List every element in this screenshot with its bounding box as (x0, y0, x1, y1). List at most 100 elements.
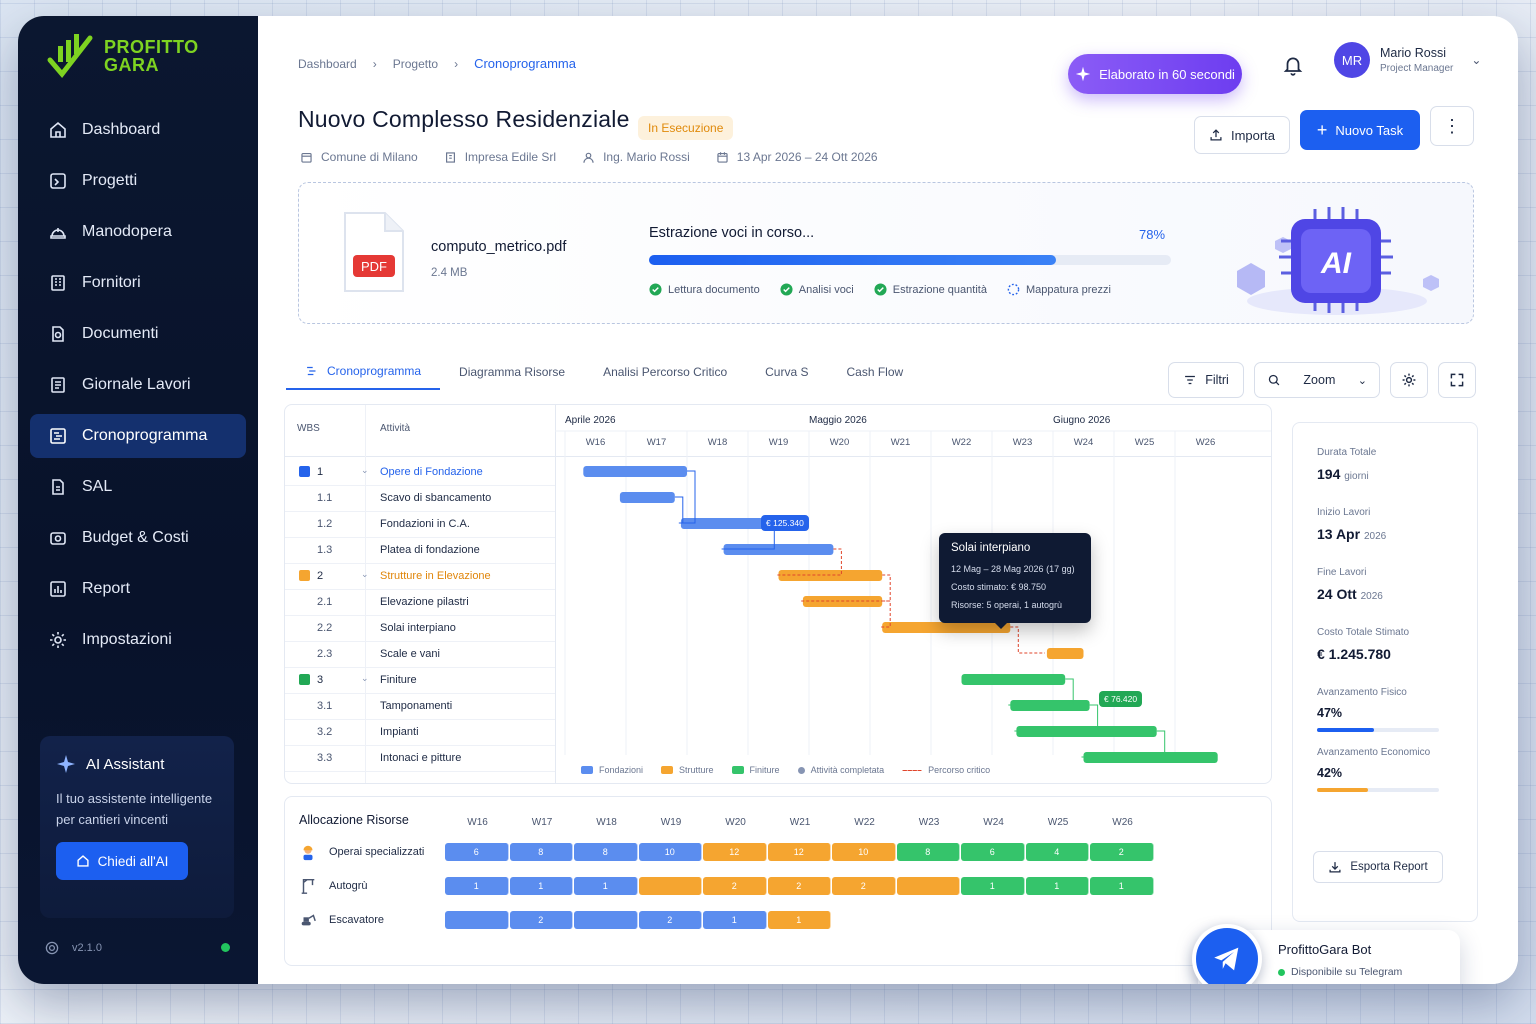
resource-segment[interactable]: 2 (638, 911, 702, 929)
notifications-button[interactable] (1282, 54, 1304, 81)
ask-ai-button-label: Chiedi all'AI (97, 853, 169, 869)
gantt-settings-button[interactable] (1390, 362, 1428, 398)
resource-segment[interactable]: 1 (1090, 877, 1154, 895)
import-button[interactable]: Importa (1194, 116, 1290, 154)
gantt-row[interactable]: 3.3 Intonaci e pitture (285, 745, 555, 771)
resource-segment[interactable]: 8 (896, 843, 960, 861)
breadcrumb-progetto[interactable]: Progetto (393, 57, 438, 71)
resource-segment[interactable]: 1 (445, 877, 509, 895)
resource-segment[interactable] (638, 877, 702, 895)
telegram-bot-card[interactable]: ProfittoGara Bot Disponibile su Telegram (1192, 924, 1460, 984)
resource-segment[interactable] (574, 911, 638, 929)
zoom-select[interactable]: Zoom ⌄ (1254, 362, 1380, 398)
brand-name-line1: PROFITTO (104, 37, 199, 57)
sidebar-item-documenti[interactable]: Documenti (30, 312, 246, 356)
resource-segment[interactable]: 10 (832, 843, 896, 861)
gantt-row[interactable]: 2.2 Solai interpiano (285, 615, 555, 641)
resource-segment[interactable]: 2 (832, 877, 896, 895)
resource-segment[interactable]: 8 (574, 843, 638, 861)
sidebar-item-label: SAL (82, 478, 113, 495)
resource-segment[interactable]: 8 (509, 843, 573, 861)
wbs-code: 1.3 (317, 544, 333, 556)
filters-button[interactable]: Filtri (1168, 362, 1244, 398)
building-icon (445, 151, 455, 163)
chevron-down-icon[interactable]: ⌄ (361, 673, 369, 684)
tab-diagramma-risorse[interactable]: Diagramma Risorse (440, 354, 584, 390)
resource-segment[interactable]: 2 (1090, 843, 1154, 861)
tab-cash-flow[interactable]: Cash Flow (827, 354, 922, 390)
resource-segment[interactable]: 12 (703, 843, 767, 861)
sidebar-item-progetti[interactable]: Progetti (30, 159, 246, 203)
gantt-row[interactable]: 2.3 Scale e vani (285, 641, 555, 667)
resource-segment[interactable]: 1 (509, 877, 573, 895)
gantt-row[interactable]: 3.1 Tamponamenti (285, 693, 555, 719)
sidebar-item-manodopera[interactable]: Manodopera (30, 210, 246, 254)
user-menu[interactable]: MR Mario Rossi Project Manager ⌄ (1334, 42, 1481, 78)
gantt-row[interactable]: 1.3 Platea di fondazione (285, 537, 555, 563)
gantt-bar[interactable] (619, 492, 675, 503)
chevron-down-icon[interactable]: ⌄ (361, 465, 369, 476)
main-content: Dashboard › Progetto › Cronoprogramma El… (258, 16, 1518, 984)
resource-segment[interactable] (445, 911, 509, 929)
tab-curva-s[interactable]: Curva S (746, 354, 827, 390)
sidebar-item-impostazioni[interactable]: Impostazioni (30, 618, 246, 662)
group-checkbox[interactable] (299, 674, 310, 685)
resource-segment[interactable]: 6 (445, 843, 509, 861)
resource-segment[interactable]: 1 (767, 911, 831, 929)
gantt-row[interactable]: 1.2 Fondazioni in C.A. (285, 511, 555, 537)
resource-segment[interactable]: 1 (961, 877, 1025, 895)
gantt-bar[interactable] (961, 674, 1066, 685)
gantt-row[interactable]: ⌄ 3 Finiture (285, 667, 555, 693)
gantt-bar[interactable] (1046, 648, 1084, 659)
resource-segment[interactable]: 2 (703, 877, 767, 895)
extraction-card: PDF computo_metrico.pdf 2.4 MB Estrazion… (298, 182, 1474, 324)
brand-logo[interactable]: PROFITTO GARA (44, 30, 199, 82)
resource-segment[interactable]: 1 (574, 877, 638, 895)
kpi-unit: 2026 (1363, 531, 1387, 542)
export-report-button[interactable]: Esporta Report (1313, 851, 1443, 883)
tab-label: Diagramma Risorse (459, 365, 566, 379)
gantt-row[interactable]: ⌄ 2 Strutture in Elevazione (285, 563, 555, 589)
resource-segment[interactable]: 2 (767, 877, 831, 895)
more-options-button[interactable]: ⋮ (1430, 106, 1474, 146)
tab-cronoprogramma[interactable]: Cronoprogramma (286, 354, 441, 390)
breadcrumb-dashboard[interactable]: Dashboard (298, 57, 357, 71)
brand-name: PROFITTO GARA (104, 38, 199, 74)
resource-segment[interactable]: 10 (638, 843, 702, 861)
resource-segment[interactable]: 2 (509, 911, 573, 929)
sidebar-item-dashboard[interactable]: Dashboard (30, 108, 246, 152)
group-checkbox[interactable] (299, 570, 310, 581)
gantt-row[interactable]: ⌄ 1 Opere di Fondazione (285, 459, 555, 485)
sidebar-item-budget-costi[interactable]: Budget & Costi (30, 516, 246, 560)
gantt-row[interactable]: 2.1 Elevazione pilastri (285, 589, 555, 615)
ai-processed-pill[interactable]: Elaborato in 60 secondi (1068, 54, 1242, 94)
gantt-bar[interactable] (882, 622, 1011, 633)
gantt-row[interactable]: 1.1 Scavo di sbancamento (285, 485, 555, 511)
ask-ai-button[interactable]: Chiedi all'AI (56, 842, 188, 880)
kpi-value-number: 13 Apr (1317, 526, 1361, 542)
resource-segment[interactable]: 12 (767, 843, 831, 861)
sidebar-item-cronoprogramma[interactable]: Cronoprogramma (30, 414, 246, 458)
sidebar-item-sal[interactable]: SAL (30, 465, 246, 509)
wbs-code: 3.2 (317, 726, 333, 738)
money-badge: € 125.340 (761, 515, 809, 531)
new-task-button[interactable]: + Nuovo Task (1300, 110, 1420, 150)
resource-segment[interactable]: 1 (1025, 877, 1089, 895)
resource-segment[interactable]: 4 (1025, 843, 1089, 861)
chevron-down-icon[interactable]: ⌄ (361, 569, 369, 580)
resource-segment[interactable] (896, 877, 960, 895)
gantt-bar[interactable] (583, 466, 687, 477)
sidebar-item-report[interactable]: Report (30, 567, 246, 611)
month-label: Aprile 2026 (565, 415, 616, 426)
resource-segment[interactable]: 1 (703, 911, 767, 929)
sidebar-item-giornale-lavori[interactable]: Giornale Lavori (30, 363, 246, 407)
month-label: Maggio 2026 (809, 415, 867, 426)
sidebar-item-fornitori[interactable]: Fornitori (30, 261, 246, 305)
fullscreen-button[interactable] (1438, 362, 1476, 398)
group-checkbox[interactable] (299, 466, 310, 477)
gantt-row[interactable]: 3.2 Impianti (285, 719, 555, 745)
tab-analisi-percorso-critico[interactable]: Analisi Percorso Critico (584, 354, 746, 390)
resource-segment[interactable]: 6 (961, 843, 1025, 861)
legend-label: Finiture (749, 765, 780, 775)
calendar-icon (717, 151, 728, 163)
